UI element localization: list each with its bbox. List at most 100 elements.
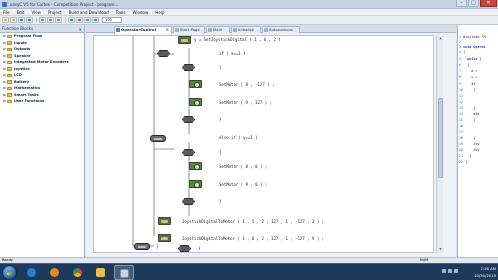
brace-node[interactable]: [178, 245, 191, 252]
else-if-node[interactable]: [150, 135, 166, 142]
open-folder-icon[interactable]: [10, 17, 17, 23]
tree-item-label: Inputs: [14, 40, 27, 45]
menu-tools[interactable]: Tools: [116, 10, 126, 15]
code-view-line: 4 {: [459, 50, 466, 54]
taskbar-media-player[interactable]: [45, 265, 65, 280]
close-button[interactable]: ✕: [480, 0, 497, 7]
minimize-button[interactable]: –: [456, 0, 467, 7]
motor-block[interactable]: [189, 180, 202, 188]
motor-block[interactable]: [189, 80, 202, 88]
folder-icon: [7, 73, 12, 77]
start-button[interactable]: [2, 265, 17, 280]
folder-icon: [7, 67, 12, 71]
motor-block[interactable]: [189, 98, 202, 106]
new-project-icon[interactable]: [2, 17, 9, 23]
tab-close-icon[interactable]: ×: [166, 27, 169, 33]
save-icon[interactable]: [18, 17, 25, 23]
code-line: }: [198, 246, 201, 251]
tab-label: Initialize: [238, 27, 254, 32]
code-view-line: 3 void Operat: [459, 45, 486, 49]
code-view-line: 19 Joy: [459, 142, 480, 146]
tree-item-label: Speaker: [14, 53, 31, 58]
code-view-line: 15 {: [459, 118, 476, 122]
easyc-icon: [120, 269, 129, 278]
function-icon: [208, 28, 212, 32]
toolbar-divider: [36, 17, 37, 23]
code-line: SetMotor ( 9 , 127 ) ;: [219, 100, 272, 105]
taskbar-folder[interactable]: [91, 265, 111, 280]
taskbar-easyc[interactable]: [114, 265, 134, 280]
menu-build-and-download[interactable]: Build and Download: [69, 10, 109, 15]
brace-node[interactable]: [182, 149, 195, 156]
function-blocks-header: Function Blocks ✕: [0, 25, 84, 33]
motor-block[interactable]: [189, 162, 202, 170]
volume-icon[interactable]: [448, 269, 452, 273]
download-icon[interactable]: [76, 17, 83, 23]
folder-icon: [7, 41, 12, 45]
code-view-line: 14 els: [459, 112, 480, 116]
zoom-select[interactable]: 100: [102, 17, 122, 23]
brace-node[interactable]: [182, 198, 195, 205]
joystick-digital-block[interactable]: [178, 36, 191, 44]
tab-start-page[interactable]: Start Page: [173, 26, 205, 33]
folder-icon: [96, 268, 105, 277]
maximize-button[interactable]: □: [468, 0, 479, 7]
tab-initialize[interactable]: Initialize: [231, 26, 261, 33]
end-node[interactable]: [134, 243, 150, 250]
taskbar-chrome[interactable]: [68, 265, 88, 280]
code-line: JoystickDigitalToMotor ( 1 , 5 , 2 , 127…: [182, 219, 325, 224]
flag-icon[interactable]: [454, 269, 458, 273]
tree-item-label: Mathematics: [14, 86, 41, 91]
flowchart-canvas[interactable]: y = GetJoystickDigital ( 1 , 6 , 2 ) if …: [93, 35, 434, 253]
scroll-down-icon[interactable]: ▼: [438, 247, 443, 252]
menu-edit[interactable]: Edit: [17, 10, 25, 15]
menu-view[interactable]: View: [31, 10, 41, 15]
terminal-icon[interactable]: [84, 17, 91, 23]
title-bar: easyC V5 for Cortex - Competition Projec…: [0, 0, 498, 9]
menu-file[interactable]: File: [3, 10, 10, 15]
menu-window[interactable]: Window: [133, 10, 149, 15]
code-line: {: [219, 150, 222, 155]
code-view-line: 11: [459, 94, 464, 98]
brace-node[interactable]: [182, 116, 195, 123]
code-view-line: 18 }: [459, 136, 476, 140]
taskbar: 7:56 AM 10/30/2015: [0, 263, 498, 280]
cut-icon[interactable]: [39, 17, 46, 23]
build-icon[interactable]: [68, 17, 75, 23]
code-line: }: [156, 244, 159, 249]
code-line: SetMotor ( 9 , 0 ) ;: [219, 182, 268, 187]
save-all-icon[interactable]: [26, 17, 33, 23]
joystick-to-motor-block[interactable]: [158, 234, 171, 242]
code-line: y = GetJoystickDigital ( 1 , 6 , 2 ): [194, 37, 281, 42]
online-window-icon[interactable]: [92, 17, 99, 23]
tree-item-user-functions[interactable]: ⊞ User Functions: [0, 98, 84, 105]
c-code-panel[interactable]: 1 #include "M 2 3 void Operat 4 { 5 whil…: [457, 25, 498, 257]
code-line: }: [219, 199, 222, 204]
network-icon[interactable]: [442, 269, 446, 273]
folder-icon: [7, 34, 12, 38]
clock[interactable]: 7:56 AM 10/30/2015: [474, 265, 496, 280]
code-line: }: [219, 117, 222, 122]
paste-icon[interactable]: [55, 17, 62, 23]
scroll-up-icon[interactable]: ▲: [438, 36, 443, 41]
code-view-line: 22 }: [459, 160, 468, 164]
copy-icon[interactable]: [47, 17, 54, 23]
if-node[interactable]: [157, 50, 170, 57]
joystick-to-motor-block[interactable]: [158, 217, 171, 225]
code-view-line: 20 Joy: [459, 148, 480, 152]
tab-main[interactable]: Main: [206, 26, 230, 33]
menu-project[interactable]: Project: [48, 10, 62, 15]
tab-autonomous[interactable]: Autonomous: [262, 26, 300, 33]
code-line: if ( a==1 ): [219, 51, 246, 56]
taskbar-explorer[interactable]: [22, 265, 42, 280]
tree-item-label: Battery: [14, 79, 30, 84]
code-view-line: 9 if: [459, 82, 476, 86]
menu-bar: File Edit View Project Build and Downloa…: [0, 9, 498, 16]
vertical-scrollbar[interactable]: ▲ ▼: [436, 35, 443, 253]
brace-node[interactable]: [182, 64, 195, 71]
pin-icon[interactable]: ✕: [79, 26, 82, 34]
tab-operatorcontrol[interactable]: OperatorControl ×: [114, 26, 172, 34]
menu-help[interactable]: Help: [155, 10, 164, 15]
scrollbar-thumb[interactable]: [438, 98, 443, 178]
editor-area: OperatorControl × Start Page Main Initia…: [86, 25, 456, 257]
